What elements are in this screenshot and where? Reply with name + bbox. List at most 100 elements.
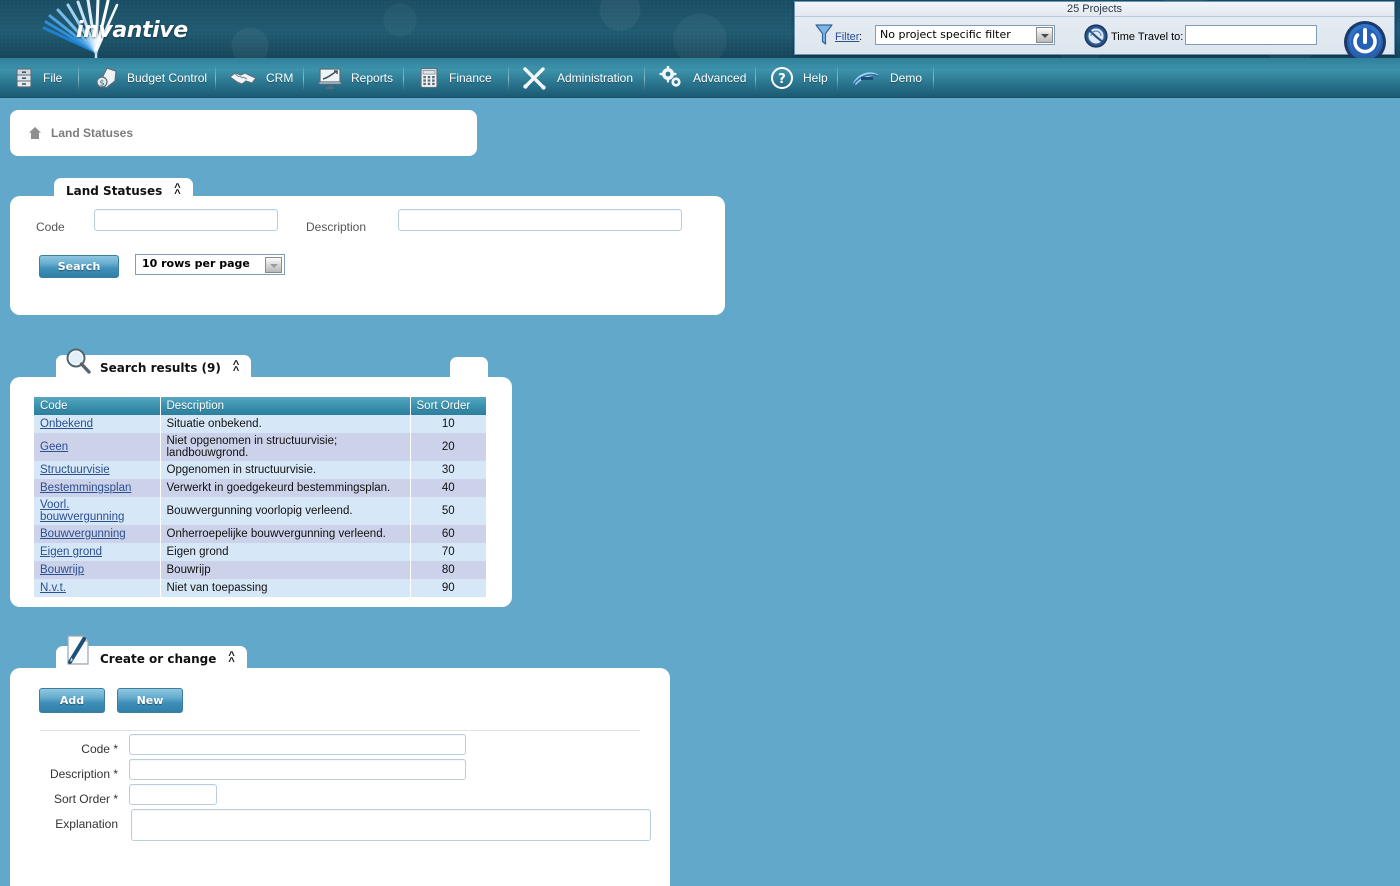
main-menu-bar: File $ Budget Control CRM Reports Financ…: [0, 58, 1400, 98]
menu-item-budget-control[interactable]: $ Budget Control: [84, 58, 217, 98]
column-header-code[interactable]: Code: [34, 397, 161, 415]
cell-sort-order: 10: [410, 415, 486, 433]
menu-item-finance[interactable]: Finance: [408, 58, 502, 98]
table-row: Voorl. bouwvergunning Bouwvergunning voor…: [34, 497, 486, 525]
tab-label: Create or change: [100, 652, 217, 666]
calculator-icon: [420, 67, 438, 89]
menu-separator: [837, 65, 838, 91]
menu-item-demo[interactable]: Demo: [841, 58, 932, 98]
sort-order-input[interactable]: [129, 784, 217, 805]
description-search-input[interactable]: [398, 209, 682, 231]
menu-item-file[interactable]: File: [4, 58, 72, 98]
filter-link[interactable]: Filter: [835, 31, 859, 43]
cell-code: Eigen grond: [34, 543, 161, 561]
cell-code: Onbekend: [34, 415, 161, 433]
cell-sort-order: 20: [410, 433, 486, 461]
search-filter-panel: Code Description Search 10 rows per page: [10, 196, 725, 315]
invantive-swoosh-icon: [853, 72, 879, 85]
code-link[interactable]: Bouwrijp: [40, 564, 84, 576]
home-icon: [29, 127, 41, 139]
code-link[interactable]: Onbekend: [40, 418, 93, 430]
menu-label: Help: [803, 71, 828, 85]
rows-per-page-select[interactable]: 10 rows per page: [135, 254, 285, 275]
menu-item-reports[interactable]: Reports: [308, 58, 403, 98]
chevron-down-icon[interactable]: [1036, 27, 1053, 43]
cell-sort-order: 90: [410, 579, 486, 597]
code-link[interactable]: Eigen grond: [40, 546, 102, 558]
tools-icon: [523, 67, 546, 90]
presentation-chart-icon: [318, 68, 342, 89]
menu-separator: [755, 65, 756, 91]
chevron-down-icon[interactable]: [265, 257, 282, 273]
menu-label: Finance: [449, 71, 492, 85]
menu-label: Demo: [890, 71, 923, 85]
project-filter-select[interactable]: No project specific filter: [875, 25, 1055, 45]
new-button[interactable]: New: [117, 688, 183, 713]
logout-power-button[interactable]: [1342, 19, 1388, 58]
cell-sort-order: 50: [410, 497, 486, 525]
code-link[interactable]: Geen: [40, 441, 68, 453]
menu-item-crm[interactable]: CRM: [219, 58, 303, 98]
create-or-change-panel: Add New Code * Description * Sort Order …: [10, 668, 670, 886]
menu-label: File: [43, 71, 63, 85]
tab-stub-empty[interactable]: [450, 357, 488, 377]
description-field-label: Description: [306, 220, 367, 234]
table-row: Structuurvisie Opgenomen in structuurvisi…: [34, 461, 486, 479]
description-label: Description *: [49, 767, 118, 781]
table-header-row: Code Description Sort Order: [34, 397, 486, 415]
menu-item-advanced[interactable]: Advanced: [648, 58, 756, 98]
code-link[interactable]: Structuurvisie: [40, 464, 110, 476]
code-link[interactable]: Bouwvergunning: [40, 528, 126, 540]
menu-separator: [644, 65, 645, 91]
svg-text:$: $: [99, 79, 104, 88]
description-input[interactable]: [129, 759, 466, 780]
column-header-sort-order[interactable]: Sort Order: [410, 397, 486, 415]
search-button[interactable]: Search: [39, 255, 119, 278]
cell-description: Niet opgenomen in structuurvisie; landbo…: [160, 433, 411, 461]
menu-label: Administration: [557, 71, 634, 85]
project-filter-value: No project specific filter: [880, 28, 1011, 41]
svg-text:?: ?: [778, 72, 786, 87]
code-link[interactable]: Bestemmingsplan: [40, 482, 131, 494]
code-search-input[interactable]: [94, 209, 278, 231]
cell-sort-order: 70: [410, 543, 486, 561]
cell-description: Niet van toepassing: [160, 579, 411, 597]
menu-item-help[interactable]: ? Help: [760, 58, 838, 98]
project-toolbar-row: Filter : No project specific filter Time…: [795, 17, 1394, 58]
cell-description: Bouwrijp: [160, 561, 411, 579]
cell-sort-order: 80: [410, 561, 486, 579]
code-link[interactable]: N.v.t.: [40, 582, 66, 594]
code-link[interactable]: Voorl. bouwvergunning: [40, 499, 124, 523]
cell-description: Opgenomen in structuurvisie.: [160, 461, 411, 479]
handshake-icon: [229, 72, 257, 85]
breadcrumb[interactable]: Land Statuses: [10, 110, 477, 156]
filter-funnel-icon[interactable]: [815, 23, 833, 47]
table-row: Bestemmingsplan Verwerkt in goedgekeurd b…: [34, 479, 486, 497]
explanation-input[interactable]: [131, 809, 651, 841]
cell-sort-order: 40: [410, 479, 486, 497]
cell-description: Situatie onbekend.: [160, 415, 411, 433]
time-travel-globe-icon[interactable]: [1083, 21, 1109, 49]
table-row: Eigen grond Eigen grond 70: [34, 543, 486, 561]
gears-icon: [659, 66, 681, 87]
add-button[interactable]: Add: [39, 688, 105, 713]
menu-item-administration[interactable]: Administration: [512, 58, 643, 98]
menu-label: Budget Control: [127, 71, 208, 85]
column-header-description[interactable]: Description: [160, 397, 411, 415]
breadcrumb-label: Land Statuses: [51, 126, 134, 140]
menu-separator: [215, 65, 216, 91]
results-table-body: Onbekend Situatie onbekend. 10 Geen Niet opg…: [34, 415, 486, 597]
project-count-caption: 25 Projects: [795, 2, 1394, 17]
invantive-logo[interactable]: invantive: [18, 0, 218, 58]
time-travel-label: Time Travel to:: [1111, 31, 1184, 43]
time-travel-input[interactable]: [1185, 25, 1317, 45]
add-button-label: Add: [59, 694, 85, 707]
code-input[interactable]: [129, 734, 466, 755]
cell-code: Bouwvergunning: [34, 525, 161, 543]
search-results-panel: Code Description Sort Order Onbekend Situ…: [10, 377, 512, 607]
chevron-double-up-icon[interactable]: ^ ^: [233, 360, 239, 377]
menu-label: Advanced: [693, 71, 747, 85]
chevron-double-up-icon[interactable]: ^ ^: [228, 651, 234, 668]
code-label: Code *: [81, 742, 118, 756]
logo-wordmark: invantive: [76, 18, 188, 43]
